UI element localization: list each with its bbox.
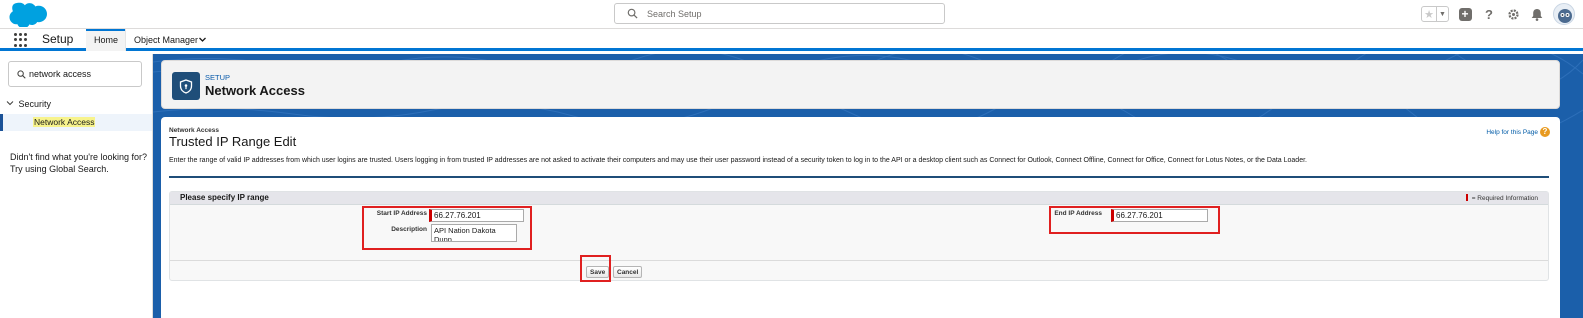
chevron-down-icon[interactable]: ▼ [1437,7,1448,21]
tab-object-manager[interactable]: Object Manager [125,29,215,51]
app-name: Setup [42,32,74,46]
ip-range-edit-block: Please specify IP range = Required Infor… [169,191,1549,282]
global-header: ★ ▼ + ? [0,0,1583,29]
star-icon[interactable]: ★ [1422,7,1437,21]
cancel-button[interactable]: Cancel [613,266,643,278]
page-title: Network Access [205,83,305,98]
search-icon [17,70,26,79]
required-indicator [1465,194,1468,201]
not-found-line-2: Try using Global Search. [10,164,109,174]
gear-icon[interactable] [1505,6,1521,22]
button-row: Save Cancel [170,255,1548,282]
search-input[interactable] [647,6,937,21]
tab-home[interactable]: Home [86,29,125,51]
block-header: Please specify IP range = Required Infor… [170,192,1548,205]
start-ip-label: Start IP Address [376,210,427,217]
setup-search[interactable] [614,3,945,24]
intro-text: Enter the range of valid IP addresses fr… [169,157,1307,164]
content-card: Network Access Trusted IP Range Edit Hel… [161,117,1560,318]
quick-find-box[interactable] [8,61,142,87]
setup-tree-panel: Security Network Access Didn't find what… [0,54,153,318]
tree-section-label: Security [18,99,52,109]
sidebar-item-network-access[interactable]: Network Access [0,114,152,131]
required-info-legend: = Required Information [1465,194,1538,202]
not-found-line-1: Didn't find what you're looking for? [10,152,148,162]
setup-page-header: SETUP Network Access [161,60,1560,109]
bell-icon[interactable] [1529,6,1545,22]
favorites-group: ★ ▼ [1421,6,1449,22]
tree-section-security[interactable]: Security [6,99,51,109]
context-bar: Setup Home Object Manager [0,29,1583,51]
save-button[interactable]: Save [586,266,610,278]
salesforce-cloud-logo[interactable] [9,2,47,27]
required-info-text: = Required Information [1471,195,1538,202]
help-for-page-link[interactable]: Help for this Page [1486,129,1538,136]
header-utility-icons: ★ ▼ + ? [1421,3,1575,25]
plus-icon: + [1458,7,1472,21]
app-launcher-icon[interactable] [14,33,28,47]
shield-icon [172,72,200,100]
start-ip-input[interactable] [429,209,524,222]
end-ip-label: End IP Address [1054,210,1102,217]
avatar[interactable] [1553,3,1575,25]
help-icon[interactable]: ? [1540,127,1550,137]
tab-object-manager-label: Object Manager [134,35,199,45]
not-found-message: Didn't find what you're looking for? Try… [10,151,147,175]
breadcrumb: Network Access [169,127,219,134]
global-actions-button[interactable]: + [1457,6,1473,22]
setup-eyebrow: SETUP [205,73,231,82]
search-icon [627,8,638,19]
help-icon[interactable]: ? [1481,6,1497,22]
sidebar-item-label: Network Access [33,117,96,127]
block-title: Please specify IP range [180,193,269,202]
description-textarea[interactable]: API Nation Dakota Dunn [431,224,517,242]
quick-find-input[interactable] [29,67,137,81]
form-title: Trusted IP Range Edit [169,134,297,149]
chevron-down-icon[interactable] [6,99,16,109]
section-divider [169,176,1549,178]
description-label: Description [391,226,427,233]
end-ip-input[interactable] [1111,209,1208,222]
